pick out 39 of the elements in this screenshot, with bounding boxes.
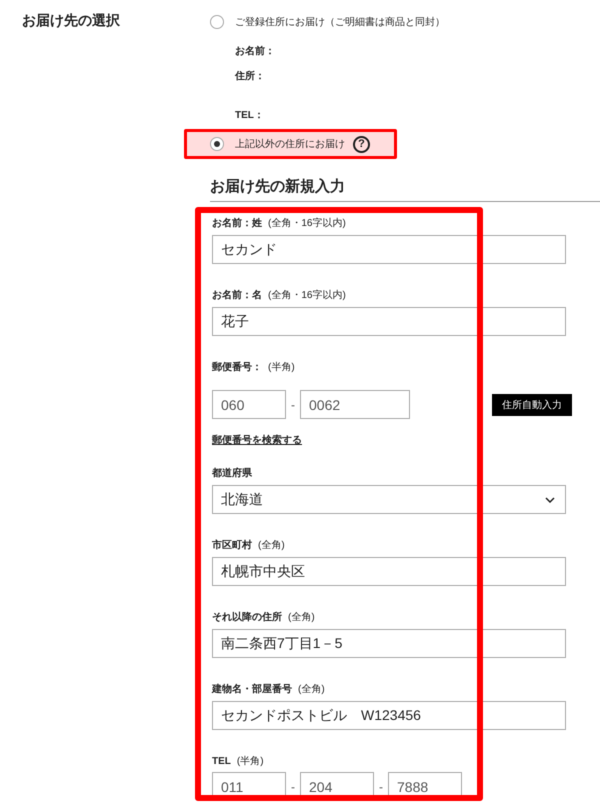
separator: - xyxy=(291,780,295,794)
option-label: ご登録住所にお届け（ご明細書は商品と同封） xyxy=(235,16,445,29)
separator: - xyxy=(379,780,383,794)
field-note: (全角・16字以内) xyxy=(268,288,346,302)
option-label: 上記以外の住所にお届け xyxy=(235,138,345,151)
field-label: お名前：名 xyxy=(212,288,262,302)
autofill-button[interactable]: 住所自動入力 xyxy=(492,394,572,416)
field-note: (半角) xyxy=(268,360,295,374)
detail-label: お名前： xyxy=(235,44,276,57)
field-label: 都道府県 xyxy=(212,466,252,480)
postal-search-link[interactable]: 郵便番号を検索する xyxy=(212,433,302,447)
input-field[interactable]: 花子 xyxy=(212,307,566,336)
section-heading: お届け先の新規入力 xyxy=(210,177,600,202)
radio-button[interactable] xyxy=(210,137,224,151)
input-field[interactable]: 札幌市中央区 xyxy=(212,557,566,586)
detail-label: 住所： xyxy=(235,70,266,82)
field-label: お名前：姓 xyxy=(212,216,262,230)
field-note: (半角) xyxy=(236,754,264,768)
radio-button[interactable] xyxy=(210,15,224,29)
field-note: (全角・16字以内) xyxy=(268,216,346,230)
field-note: (全角) xyxy=(298,683,325,696)
chevron-icon xyxy=(545,496,555,502)
input-field[interactable]: セカンドポストビル W123456 xyxy=(212,701,566,730)
field-label: TEL xyxy=(212,756,231,766)
select-field[interactable]: 北海道 xyxy=(212,485,566,514)
help-icon[interactable]: ? xyxy=(353,136,370,152)
field-label: それ以降の住所 xyxy=(212,610,282,624)
section-title: お届け先の選択 xyxy=(22,12,120,28)
input-field[interactable]: 060 xyxy=(212,390,286,419)
field-note: (全角) xyxy=(288,611,315,624)
field-label: 建物名・部屋番号 xyxy=(212,682,292,696)
detail-label: TEL： xyxy=(235,109,265,121)
input-field[interactable]: 0062 xyxy=(300,390,410,419)
input-field[interactable]: セカンド xyxy=(212,235,566,264)
separator: - xyxy=(291,398,295,412)
input-field[interactable]: 南二条西7丁目1－5 xyxy=(212,629,566,658)
field-label: 郵便番号： xyxy=(212,360,262,374)
field-note: (全角) xyxy=(258,539,285,552)
field-label: 市区町村 xyxy=(212,538,252,552)
